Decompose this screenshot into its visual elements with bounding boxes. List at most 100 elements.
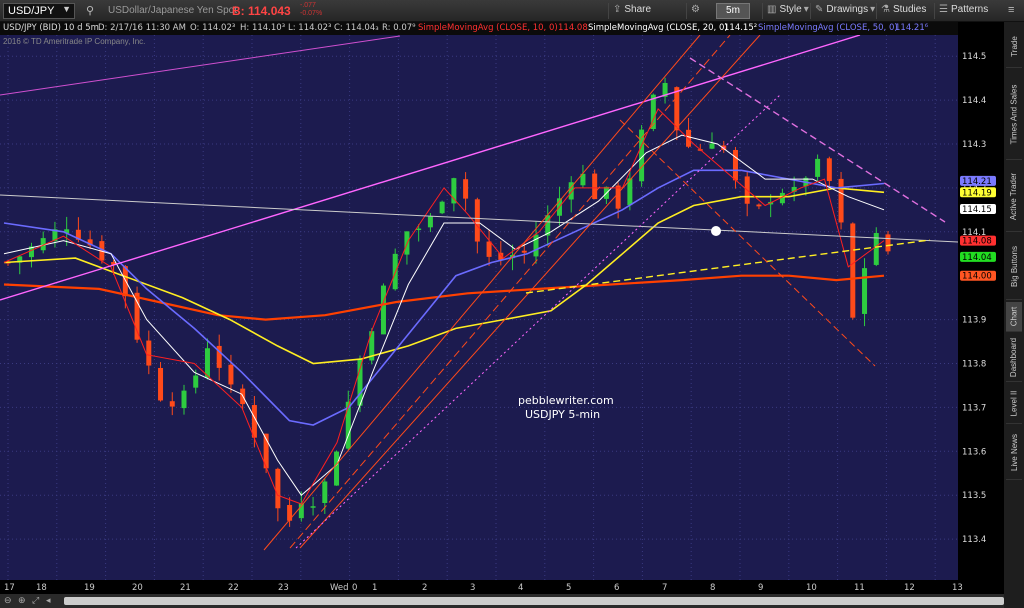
time-axis[interactable]: 17 18 19 20 21 22 23 Wed 0 1 2 3 4 5 6 7 8 9 10 11 12 13 [0, 580, 1004, 594]
time-tick-label: 21 [180, 583, 191, 593]
candle-body [756, 204, 762, 207]
high-value: H: 114.10³ [240, 23, 286, 33]
candle-body [193, 375, 199, 388]
time-tick-label: 5 [566, 583, 571, 593]
symbol-selector[interactable]: USD/JPY ▼ [3, 3, 75, 19]
sidebar-tab-times-and-sales[interactable]: Times And Sales [1006, 70, 1022, 160]
patterns-label: Patterns [950, 4, 989, 15]
style-icon: ▥ [767, 4, 777, 15]
studies-button[interactable]: ⚗ Studies [876, 3, 930, 19]
range-value: R: 0.07⁹ [382, 23, 416, 33]
scroll-left-icon[interactable]: ◂ [46, 595, 51, 606]
price-tick-label: 113.6 [962, 447, 986, 457]
sidebar-tab-label: Chart [1009, 306, 1019, 327]
sma20-value: 114.15² [724, 23, 758, 33]
bar-date: D: 2/17/16 11:30 AM [98, 23, 186, 33]
price-tick-label: 113.8 [962, 360, 986, 370]
time-tick-label: 4 [518, 583, 523, 593]
time-tick-label: 13 [952, 583, 963, 593]
price-tick-label: 113.5 [962, 491, 986, 501]
time-tick-label: 23 [278, 583, 289, 593]
fit-icon[interactable]: ⤢ [32, 595, 39, 606]
style-button[interactable]: ▥ Style ▾ [762, 3, 816, 19]
channel-dotted-line [295, 94, 781, 549]
bottom-scroll-bar: ⊖ ⊕ ⤢ ◂ [0, 594, 1004, 608]
annotation-line-2: USDJPY 5-min [525, 408, 600, 421]
time-tick-label: 3 [470, 583, 475, 593]
candle-body [521, 250, 527, 253]
time-tick-label: 19 [84, 583, 95, 593]
candle-body [474, 199, 480, 242]
time-tick-label: 2 [422, 583, 427, 593]
zoom-out-icon[interactable]: ⊖ [4, 595, 12, 606]
instrument-info: USD/JPY (BID) 10 d 5m [3, 23, 99, 33]
candle-body [228, 364, 234, 385]
sidebar-tab-label: Dashboard [1009, 337, 1019, 378]
period-selector[interactable]: 5m [716, 3, 750, 19]
price-chart[interactable]: pebblewriter.comUSDJPY 5-min [0, 34, 985, 580]
time-tick-label: Wed [330, 583, 349, 593]
time-tick-label: 22 [228, 583, 239, 593]
patterns-button[interactable]: ☰ Patterns [934, 3, 992, 19]
candle-body [416, 228, 422, 231]
price-tick-label: 113.7 [962, 403, 986, 413]
sma10-value: 114.08 [558, 23, 588, 33]
candle-body [862, 268, 868, 314]
candle-body [169, 401, 175, 407]
link-icon[interactable]: ⚲ [86, 4, 94, 17]
price-change: -.077 -0.07% [300, 2, 322, 18]
sidebar-tab-big-buttons[interactable]: Big Buttons [1006, 234, 1022, 300]
pencil-icon: ✎ [815, 4, 824, 15]
sma50-value: 114.21⁶ [895, 23, 929, 33]
falling-channel-line [619, 119, 876, 367]
chevron-down-icon: ▾ [803, 4, 809, 15]
settings-button[interactable]: ⚙ [686, 3, 707, 19]
candle-body [885, 234, 891, 252]
time-tick-label: 6 [614, 583, 619, 593]
top-toolbar: USD/JPY ▼ ⚲ USDollar/Japanese Yen Spot B… [0, 0, 1024, 22]
menu-icon[interactable]: ≡ [1008, 4, 1014, 16]
sidebar-tab-live-news[interactable]: Live News [1006, 426, 1022, 480]
candle-body [334, 451, 340, 486]
chevron-down-icon: ▾ [870, 4, 876, 15]
sidebar-tab-active-trader[interactable]: Active Trader [1006, 162, 1022, 232]
flask-icon: ⚗ [881, 4, 890, 15]
candles [5, 77, 891, 527]
sidebar-tab-trade[interactable]: Trade [1006, 26, 1022, 68]
price-tick-label: 114.4 [962, 96, 986, 106]
candle-body [838, 178, 844, 223]
sma50-label: SimpleMovingAvg (CLOSE, 50, 0) [758, 23, 898, 33]
sidebar-tab-label: Trade [1009, 36, 1019, 57]
sidebar-tab-level-ii[interactable]: Level II [1006, 384, 1022, 424]
price-axis[interactable]: 114.5114.4114.3114.2114.1113.9113.8113.7… [958, 22, 1004, 580]
annotation-line-1: pebblewriter.com [518, 394, 614, 407]
channel-line-2 [289, 34, 731, 549]
share-button[interactable]: ⇪ Share [608, 3, 655, 19]
candle-body [850, 223, 856, 318]
sidebar-tab-dashboard[interactable]: Dashboard [1006, 334, 1022, 382]
candle-body [158, 367, 164, 401]
sidebar-tab-chart[interactable]: Chart [1006, 302, 1022, 332]
candle-body [181, 390, 187, 409]
candle-body [146, 340, 152, 366]
sidebar-tab-label: Active Trader [1009, 172, 1019, 221]
zoom-in-icon[interactable]: ⊕ [18, 595, 26, 606]
symbol-text: USD/JPY [8, 5, 55, 17]
chart-area[interactable]: pebblewriter.com USDJPY 5-min [0, 34, 985, 580]
price-bubble-label: 114.19 [962, 188, 992, 198]
sma10-label: SimpleMovingAvg (CLOSE, 10, 0) [418, 23, 558, 33]
low-value: L: 114.02³ [288, 23, 332, 33]
candle-body [357, 359, 363, 406]
candle-body [463, 179, 469, 199]
time-tick-label: 12 [904, 583, 915, 593]
price-bubble-label: 114.00 [962, 272, 992, 282]
candle-body [310, 506, 316, 508]
price-tick-label: 113.4 [962, 535, 986, 545]
time-tick-label: 17 [4, 583, 15, 593]
candle-body [674, 87, 680, 131]
chevron-down-icon: ▼ [62, 4, 71, 14]
open-value: O: 114.02³ [190, 23, 236, 33]
chart-scrollbar[interactable] [64, 597, 1004, 605]
drawings-button[interactable]: ✎ Drawings ▾ [810, 3, 882, 19]
symbol-description: USDollar/Japanese Yen Spot [108, 5, 237, 16]
